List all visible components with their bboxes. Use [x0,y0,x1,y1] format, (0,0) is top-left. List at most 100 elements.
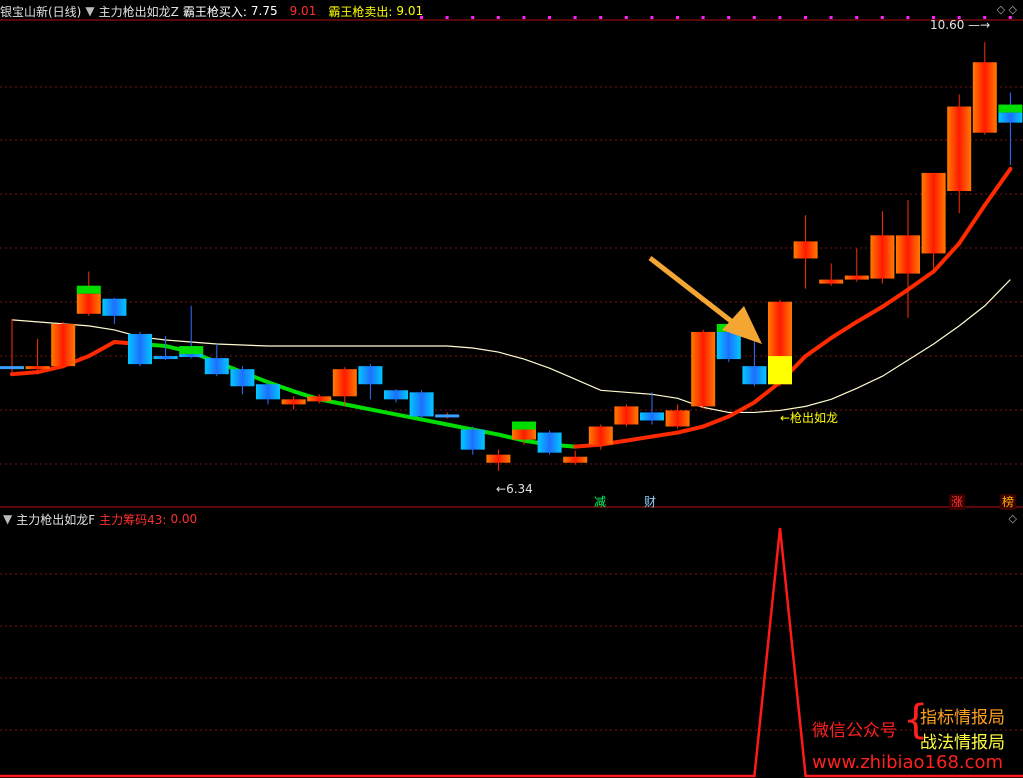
sub-corner-diamond-icon[interactable]: ◇ [1009,512,1017,525]
marker-dot [650,16,654,19]
chart-canvas [0,16,1023,778]
trend-line-segment [624,434,654,443]
marker-dot [573,16,577,19]
buy-value: 7.75 [250,4,278,18]
candle-body [281,399,306,405]
candle-body [102,298,127,316]
trend-line-segment [701,414,731,429]
candle-body [332,369,357,397]
badge-jian: 减 [593,495,606,509]
watermark-line2: 战法情报局 [920,733,1005,753]
candle-body [179,354,204,358]
candle-body [76,293,101,314]
chevron-down-icon[interactable]: ▼ [85,4,94,18]
candle-body [563,456,588,463]
candle-body [793,241,818,259]
signal-highlight [768,356,792,385]
candle-body [256,384,280,400]
candle-body [537,432,562,453]
trend-line-segment [906,269,936,292]
low-price-label: ←6.34 [496,482,533,496]
candle-body [640,412,664,421]
buy-label: 霸王枪买入: [182,4,247,19]
marker-dot [829,16,833,19]
watermark-left: 微信公众号 [812,721,897,741]
trend-line-segment [726,400,757,419]
sub-indicator-name[interactable]: 主力枪出如龙F [16,511,95,528]
sell-value: 9.01 [396,4,424,18]
trend-line-segment [854,304,885,324]
marker-dot [1008,16,1012,19]
candle-body [972,62,997,133]
candle-body [204,358,229,375]
marker-dot [727,16,731,19]
marker-dot [855,16,859,19]
candle-body [486,454,511,463]
candle-body [896,235,920,274]
indicator-name[interactable]: 主力枪出如龙Z [99,3,179,20]
candle-body [588,426,613,445]
chevron-down-icon[interactable]: ▼ [3,512,12,526]
stock-title[interactable]: 银宝山新(日线) [0,3,81,20]
candle-body [947,106,972,192]
badge-bang: 榜 [1000,494,1016,510]
candle-body [51,323,76,367]
sell-label: 霸王枪卖出: [328,4,393,19]
marker-dot [778,16,782,19]
corner-diamond-icons[interactable]: ◇ ◇ [997,3,1017,16]
marker-dot [522,16,526,19]
candle-body [460,429,485,450]
green-cap [998,104,1023,113]
trend-line-segment [445,422,475,432]
signal-label: ←枪出如龙 [780,411,839,425]
series-value: 0.00 [170,512,198,526]
lower-header: ▼ 主力枪出如龙F 主力筹码43: 0.00 [0,508,201,530]
marker-dot [752,16,756,19]
candle-body [384,390,408,400]
trend-line-segment [982,166,1013,208]
green-cap [76,285,101,294]
candle-body [0,366,24,370]
trend-line-segment [419,417,450,427]
trend-line-segment [86,339,117,359]
candle-body [307,396,332,402]
trend-line-segment [10,370,40,377]
trend-line-segment [368,407,398,417]
marker-dot [624,16,628,19]
candle-body [665,410,690,427]
arrow-left-icon: ← [496,482,507,496]
trend-line-segment [957,203,987,246]
candle-body [998,112,1023,123]
marker-dot [471,16,475,19]
trend-line-segment [752,380,782,405]
high-price-value: 10.60 [930,18,965,32]
candle-body [25,366,50,370]
extra-value: 9.01 [289,4,317,18]
low-price-value: 6.34 [506,482,533,496]
candle-body [614,406,639,425]
upper-header: 银宝山新(日线) ▼ 主力枪出如龙Z 霸王枪买入: 7.75 9.01 霸王枪卖… [0,0,427,22]
badge-cai: 财 [643,495,656,509]
green-cap [512,421,536,430]
marker-dot [548,16,551,19]
marker-dot [906,16,910,19]
badge-zhang: 涨 [949,494,965,510]
trend-line-segment [573,442,603,449]
candle-body [153,356,178,360]
candle-body [742,366,767,385]
candle-body [716,331,741,360]
trend-line-segment [803,335,834,359]
candle-body [870,235,895,279]
marker-dot [599,16,603,19]
watermark-line1: 指标情报局 [920,708,1005,728]
trend-line-segment [650,430,680,439]
candle-body [409,392,434,417]
marker-dot [701,16,705,19]
marker-dot [676,16,679,19]
trend-line-segment [880,287,910,309]
marker-dot [496,16,500,19]
candle-body [691,331,716,407]
high-price-label: 10.60 —→ [930,18,990,32]
candle-body [844,275,869,280]
candle-body [435,414,460,418]
